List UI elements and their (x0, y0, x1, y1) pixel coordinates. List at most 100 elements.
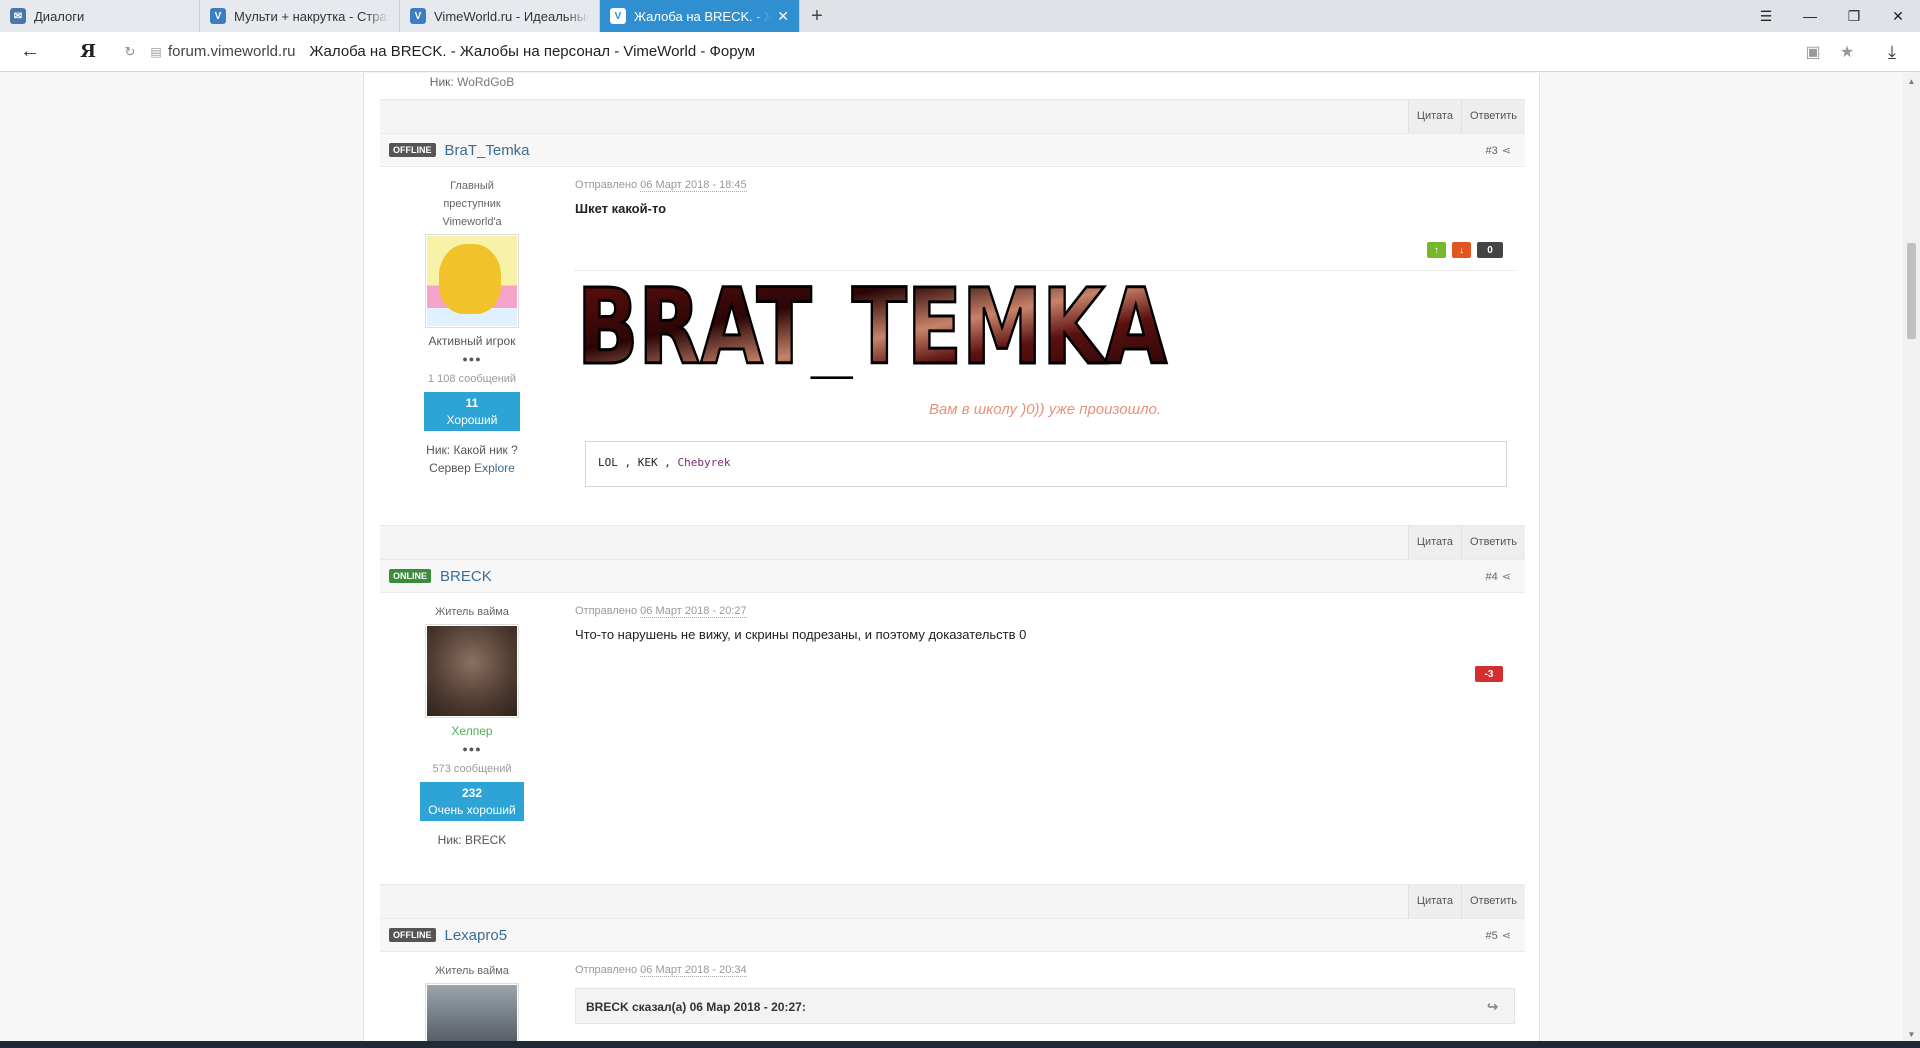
status-badge: ONLINE (389, 569, 432, 583)
rank-pips: ●●● (462, 744, 482, 754)
page-viewport: Ник: WoRdGoB Цитата Ответить OFFLINE Bra… (0, 73, 1920, 1043)
member-title: Главный преступник Vimeworld'а (442, 180, 502, 228)
vimeworld-icon: V (610, 8, 626, 24)
status-badge: OFFLINE (389, 928, 436, 942)
rating-value: -3 (1475, 666, 1503, 682)
nick-value: WoRdGoB (457, 75, 515, 89)
os-taskbar (0, 1041, 1920, 1048)
share-icon[interactable]: ⋖ (1502, 930, 1511, 942)
chat-icon: ✉ (10, 8, 26, 24)
tab-vimeworld[interactable]: V VimeWorld.ru - Идеальные (400, 0, 600, 32)
reputation-value: 11 (465, 396, 479, 410)
posted-date: Отправлено 06 Март 2018 - 20:27 (575, 605, 1515, 618)
reputation-label: Очень хороший (428, 803, 516, 817)
post-number-link[interactable]: #3 ⋖ (1486, 144, 1511, 157)
signature-code: LOL , KEK , Chebyrek (585, 441, 1507, 487)
protect-icon[interactable]: ▣ (1796, 42, 1830, 62)
reload-icon[interactable]: ↻ (116, 44, 144, 60)
rating-controls: -3 (1475, 666, 1503, 682)
rate-up-icon[interactable]: ↑ (1427, 242, 1446, 258)
share-icon[interactable]: ⋖ (1502, 571, 1511, 583)
nick-label: Ник: (426, 443, 451, 457)
rate-down-icon[interactable]: ↓ (1452, 242, 1471, 258)
member-group: Хелпер (451, 724, 493, 738)
avatar[interactable] (425, 983, 519, 1043)
tab-label: Диалоги (34, 8, 85, 24)
url-domain[interactable]: forum.vimeworld.ru (168, 43, 296, 60)
quote-button[interactable]: Цитата (1407, 885, 1461, 919)
tab-bar: ✉ Диалоги V Мульти + накрутка - Страница… (0, 0, 1920, 32)
reply-button[interactable]: Ответить (1460, 100, 1525, 134)
posted-datetime[interactable]: 06 Март 2018 - 20:34 (640, 964, 747, 977)
bookmark-star-icon[interactable]: ★ (1830, 42, 1864, 62)
post-controls: Цитата Ответить (380, 884, 1525, 919)
reply-button[interactable]: Ответить (1460, 885, 1525, 919)
tab-complaint[interactable]: V Жалоба на BRECK. - Жалобы ✕ (600, 0, 800, 32)
reputation-label: Хороший (446, 413, 498, 427)
nick-value: Какой ник ? (453, 443, 518, 457)
window-controls: ☰ — ❐ ✕ (1744, 0, 1920, 32)
rank-pips: ●●● (462, 354, 482, 364)
avatar[interactable] (425, 624, 519, 718)
post-number-link[interactable]: #5 ⋖ (1486, 929, 1511, 942)
author-name-link[interactable]: BraT_Temka (445, 142, 530, 159)
signature-logo-text: BRAT_TEMKA (577, 279, 1167, 379)
downloads-icon[interactable]: ⤓ (1864, 42, 1920, 63)
post-count: 573 сообщений (432, 763, 512, 775)
tab-multi[interactable]: V Мульти + накрутка - Страница (200, 0, 400, 32)
yandex-logo[interactable]: Я (60, 41, 116, 62)
url-page-title[interactable]: Жалоба на BRECK. - Жалобы на персонал - … (310, 43, 756, 60)
code-separator: , (664, 456, 671, 469)
page-scrollbar[interactable]: ▲ ▼ (1903, 73, 1920, 1043)
signature-divider (575, 270, 1515, 271)
posted-date: Отправлено 06 Март 2018 - 20:34 (575, 964, 1515, 977)
new-tab-button[interactable]: + (800, 0, 834, 32)
post-text: Что-то нарушень не вижу, и скрины подрез… (575, 627, 1027, 642)
post-body: Отправлено 06 Март 2018 - 18:45 Шкет как… (575, 179, 1515, 487)
reputation-badge: 11 Хороший (424, 392, 520, 431)
code-word: KEK (637, 456, 658, 469)
close-tab-icon[interactable]: ✕ (777, 8, 789, 25)
address-bar: ← Я ↻ ▤ forum.vimeworld.ru Жалоба на BRE… (0, 32, 1920, 72)
rating-controls: ↑ ↓ 0 (1427, 242, 1503, 258)
back-button[interactable]: ← (0, 40, 60, 63)
restore-icon[interactable]: ❐ (1832, 0, 1876, 32)
minimize-icon[interactable]: — (1788, 0, 1832, 32)
tab-label: Жалоба на BRECK. - Жалобы (634, 8, 771, 24)
quote-button[interactable]: Цитата (1407, 100, 1461, 134)
post-number-link[interactable]: #4 ⋖ (1486, 570, 1511, 583)
post-header: OFFLINE Lexapro5 #5 ⋖ (380, 918, 1525, 952)
tab-dialogs[interactable]: ✉ Диалоги (0, 0, 200, 32)
scroll-up-arrow-icon[interactable]: ▲ (1903, 73, 1920, 90)
member-title: Житель вайма (435, 965, 509, 977)
code-word: LOL (598, 456, 618, 469)
post-author-panel: Житель вайма (380, 962, 564, 1043)
code-word: Chebyrek (677, 456, 731, 469)
vimeworld-icon: V (410, 8, 426, 24)
quote-link-icon[interactable]: ↪ (1487, 999, 1498, 1015)
author-name-link[interactable]: Lexapro5 (445, 927, 508, 944)
avatar[interactable] (425, 234, 519, 328)
posted-datetime[interactable]: 06 Март 2018 - 20:27 (640, 605, 747, 618)
menu-icon[interactable]: ☰ (1744, 0, 1788, 32)
reply-button[interactable]: Ответить (1460, 526, 1525, 560)
page-info-icon[interactable]: ▤ (144, 45, 168, 59)
close-window-icon[interactable]: ✕ (1876, 0, 1920, 32)
quote-button[interactable]: Цитата (1407, 526, 1461, 560)
post-body: Отправлено 06 Март 2018 - 20:34 BRECK ск… (575, 964, 1515, 1024)
post-controls: Цитата Ответить (380, 99, 1525, 134)
forum-container: Ник: WoRdGoB Цитата Ответить OFFLINE Bra… (363, 73, 1540, 1043)
post-author-panel: Главный преступник Vimeworld'а Активный … (380, 177, 564, 477)
nick-label: Ник: (437, 833, 462, 847)
quote-header: BRECK сказал(а) 06 Мар 2018 - 20:27: (586, 1000, 806, 1014)
post-number: #3 (1485, 144, 1498, 157)
posted-datetime[interactable]: 06 Март 2018 - 18:45 (640, 179, 747, 192)
author-name-link[interactable]: BRECK (440, 568, 492, 585)
share-icon[interactable]: ⋖ (1502, 145, 1511, 157)
nick-value: BRECK (464, 833, 507, 847)
post-controls: Цитата Ответить (380, 525, 1525, 560)
member-title: Житель вайма (435, 606, 509, 618)
scrollbar-thumb[interactable] (1907, 243, 1916, 339)
status-badge: OFFLINE (389, 143, 436, 157)
signature-text: Вам в школу )0)) уже произошло. (928, 401, 1162, 418)
